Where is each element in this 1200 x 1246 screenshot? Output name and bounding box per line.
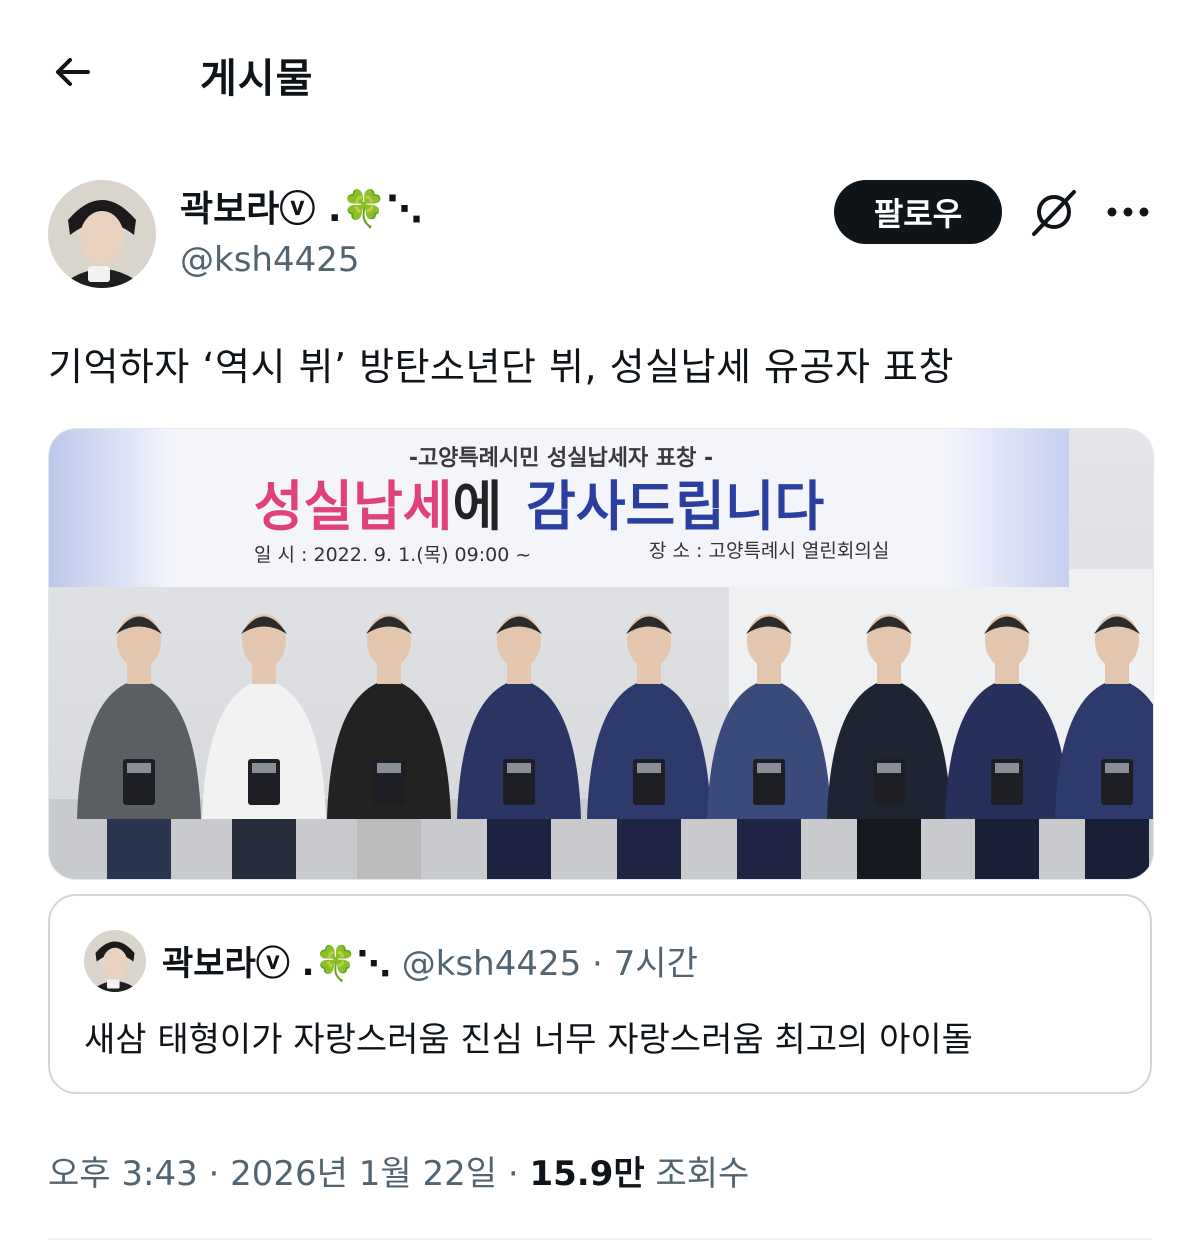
quote-text: 새삼 태형이가 자랑스러움 진심 너무 자랑스러움 최고의 아이돌 (84, 1020, 973, 1060)
quote-author-handle: @ksh4425 (401, 944, 582, 984)
divider (48, 1238, 1152, 1240)
more-options-button[interactable] (1104, 190, 1152, 234)
view-count-label: 조회수 (655, 1154, 750, 1194)
page-title: 게시물 (200, 56, 314, 102)
view-count[interactable]: 15.9만 (529, 1154, 644, 1194)
tweet-footer-meta: 오후 3:43 · 2026년 1월 22일 · 15.9만 조회수 (48, 1146, 749, 1195)
svg-text:성실납세에감사드립니다: 성실납세에 감사드립니다 (254, 475, 825, 538)
quote-meta: 곽보라ⓥ .🍀⋱ @ksh4425 · 7시간 (162, 936, 698, 985)
post-time: 오후 3:43 (48, 1154, 198, 1194)
follow-button[interactable]: 팔로우 (834, 180, 1002, 244)
quote-separator: · (592, 944, 603, 984)
tweet-text: 기억하자 ‘역시 뷔’ 방탄소년단 뷔, 성실납세 유공자 표창 (48, 345, 954, 389)
quote-author-name: 곽보라ⓥ .🍀⋱ (162, 944, 391, 984)
banner-headline-black: 에 (452, 475, 502, 538)
back-button[interactable] (48, 48, 96, 96)
quote-avatar (84, 930, 146, 992)
banner-subtitle: -고양특례시민 성실납세자 표창 - (409, 446, 713, 471)
quote-time: 7시간 (613, 944, 698, 984)
footer-separator: · (507, 1154, 519, 1194)
footer-separator: · (208, 1154, 220, 1194)
author-name[interactable]: 곽보라ⓥ .🍀⋱ (180, 180, 422, 232)
quoted-tweet[interactable]: 곽보라ⓥ .🍀⋱ @ksh4425 · 7시간 새삼 태형이가 자랑스러움 진심… (48, 894, 1152, 1094)
banner-headline-pink: 성실납세 (254, 475, 453, 538)
grok-icon (1032, 190, 1076, 236)
more-icon (1107, 207, 1149, 217)
author-handle[interactable]: @ksh4425 (180, 240, 359, 280)
author-avatar[interactable] (48, 180, 156, 288)
tweet-media-image[interactable]: -고양특례시민 성실납세자 표창 - 성실납세에 감사드립니다 일 시 : 202… (48, 428, 1154, 880)
back-arrow-icon (56, 58, 90, 86)
banner-headline-blue: 감사드립니다 (526, 475, 824, 538)
banner-place: 장 소 : 고양특례시 열린회의실 (649, 540, 889, 562)
banner-date: 일 시 : 2022. 9. 1.(목) 09:00 ~ (254, 544, 531, 566)
post-date: 2026년 1월 22일 (230, 1154, 498, 1194)
grok-button[interactable] (1024, 182, 1084, 242)
